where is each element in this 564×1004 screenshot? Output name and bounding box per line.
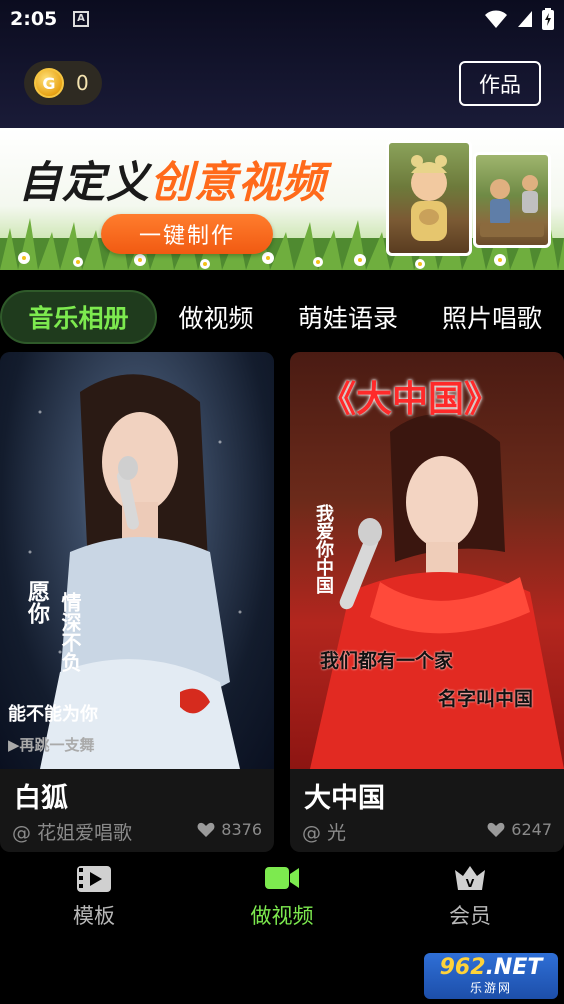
template-card[interactable]: 愿你 情深不负 能不能为你 ▶再跳一支舞 白狐 @ 花姐爱唱歌 8376 <box>0 352 274 852</box>
card-title: 大中国 <box>304 783 385 814</box>
video-camera-icon <box>265 867 299 889</box>
card-likes[interactable]: 8376 <box>197 820 262 839</box>
banner-photo-baby <box>386 140 472 256</box>
category-tabs: 音乐相册 做视频 萌娃语录 照片唱歌 <box>0 290 564 348</box>
banner-title-part1: 自定义 <box>18 158 150 208</box>
tab-music-album[interactable]: 音乐相册 <box>0 290 157 344</box>
vip-crown-icon: V <box>455 866 485 890</box>
tab-make-video[interactable]: 做视频 <box>170 290 262 344</box>
nav-label: 模板 <box>73 904 115 928</box>
status-bar: 2:05 A <box>0 0 564 40</box>
card-author[interactable]: @ 花姐爱唱歌 <box>12 818 132 845</box>
svg-text:V: V <box>466 877 475 890</box>
site-watermark: 962.NET 乐游网 <box>424 953 558 999</box>
wifi-icon <box>485 10 507 28</box>
template-card[interactable]: 《大中国》 我爱你中国 我们都有一个家 名字叫中国 大中国 @ 光 6247 <box>290 352 564 852</box>
heart-icon <box>197 822 215 837</box>
template-video-icon <box>77 866 111 892</box>
status-icons <box>484 8 554 30</box>
nav-label: 做视频 <box>250 904 314 928</box>
tab-cute-baby-quotes[interactable]: 萌娃语录 <box>290 290 406 344</box>
coin-icon: G <box>34 68 64 98</box>
one-click-create-button[interactable]: 一键制作 <box>101 214 273 254</box>
banner-title-part2: 创意视频 <box>150 158 326 208</box>
overlay-lyric-line-2: ▶再跳一支舞 <box>8 736 95 754</box>
banner-photo-kids <box>473 152 551 248</box>
watermark-logo: 962.NET <box>439 954 543 980</box>
watermark-number: 962 <box>439 954 486 980</box>
nav-make-video[interactable]: 做视频 <box>222 862 342 930</box>
overlay-lyric-line: 我们都有一个家 <box>320 650 454 672</box>
nav-templates[interactable]: 模板 <box>34 862 154 930</box>
card-likes[interactable]: 6247 <box>487 820 552 839</box>
likes-count: 8376 <box>221 820 262 839</box>
likes-count: 6247 <box>511 820 552 839</box>
template-thumbnail: 《大中国》 我爱你中国 我们都有一个家 名字叫中国 <box>290 352 564 769</box>
card-author[interactable]: @ 光 <box>302 818 346 845</box>
coin-count: 0 <box>76 71 89 95</box>
overlay-song-title: 《大中国》 <box>320 379 501 420</box>
overlay-lyric-line-2: 名字叫中国 <box>438 688 534 710</box>
nav-membership[interactable]: V 会员 <box>410 862 530 930</box>
overlay-lyric-vertical: 愿你 <box>24 580 49 624</box>
tab-photo-singing[interactable]: 照片唱歌 <box>432 290 552 344</box>
kids-illustration <box>480 175 544 237</box>
overlay-lyric-vertical: 我爱你中国 <box>313 504 334 594</box>
watermark-subtitle: 乐游网 <box>469 980 512 995</box>
banner-title: 自定义创意视频 <box>18 148 326 210</box>
overlay-lyric-vertical-2: 情深不负 <box>58 592 82 672</box>
notification-a-icon: A <box>73 11 89 27</box>
baby-illustration <box>411 155 447 241</box>
signal-icon <box>518 11 532 27</box>
status-time: 2:05 <box>10 8 58 30</box>
works-button[interactable]: 作品 <box>459 61 541 106</box>
promo-banner[interactable]: 自定义创意视频 一键制作 <box>0 128 564 270</box>
template-thumbnail: 愿你 情深不负 能不能为你 ▶再跳一支舞 <box>0 352 274 769</box>
coin-balance[interactable]: G 0 <box>24 61 102 105</box>
overlay-lyric-line: 能不能为你 <box>8 704 98 725</box>
heart-icon <box>487 822 505 837</box>
nav-label: 会员 <box>449 904 491 928</box>
watermark-domain: .NET <box>485 954 543 980</box>
battery-icon <box>542 8 554 30</box>
card-title: 白狐 <box>14 783 68 814</box>
